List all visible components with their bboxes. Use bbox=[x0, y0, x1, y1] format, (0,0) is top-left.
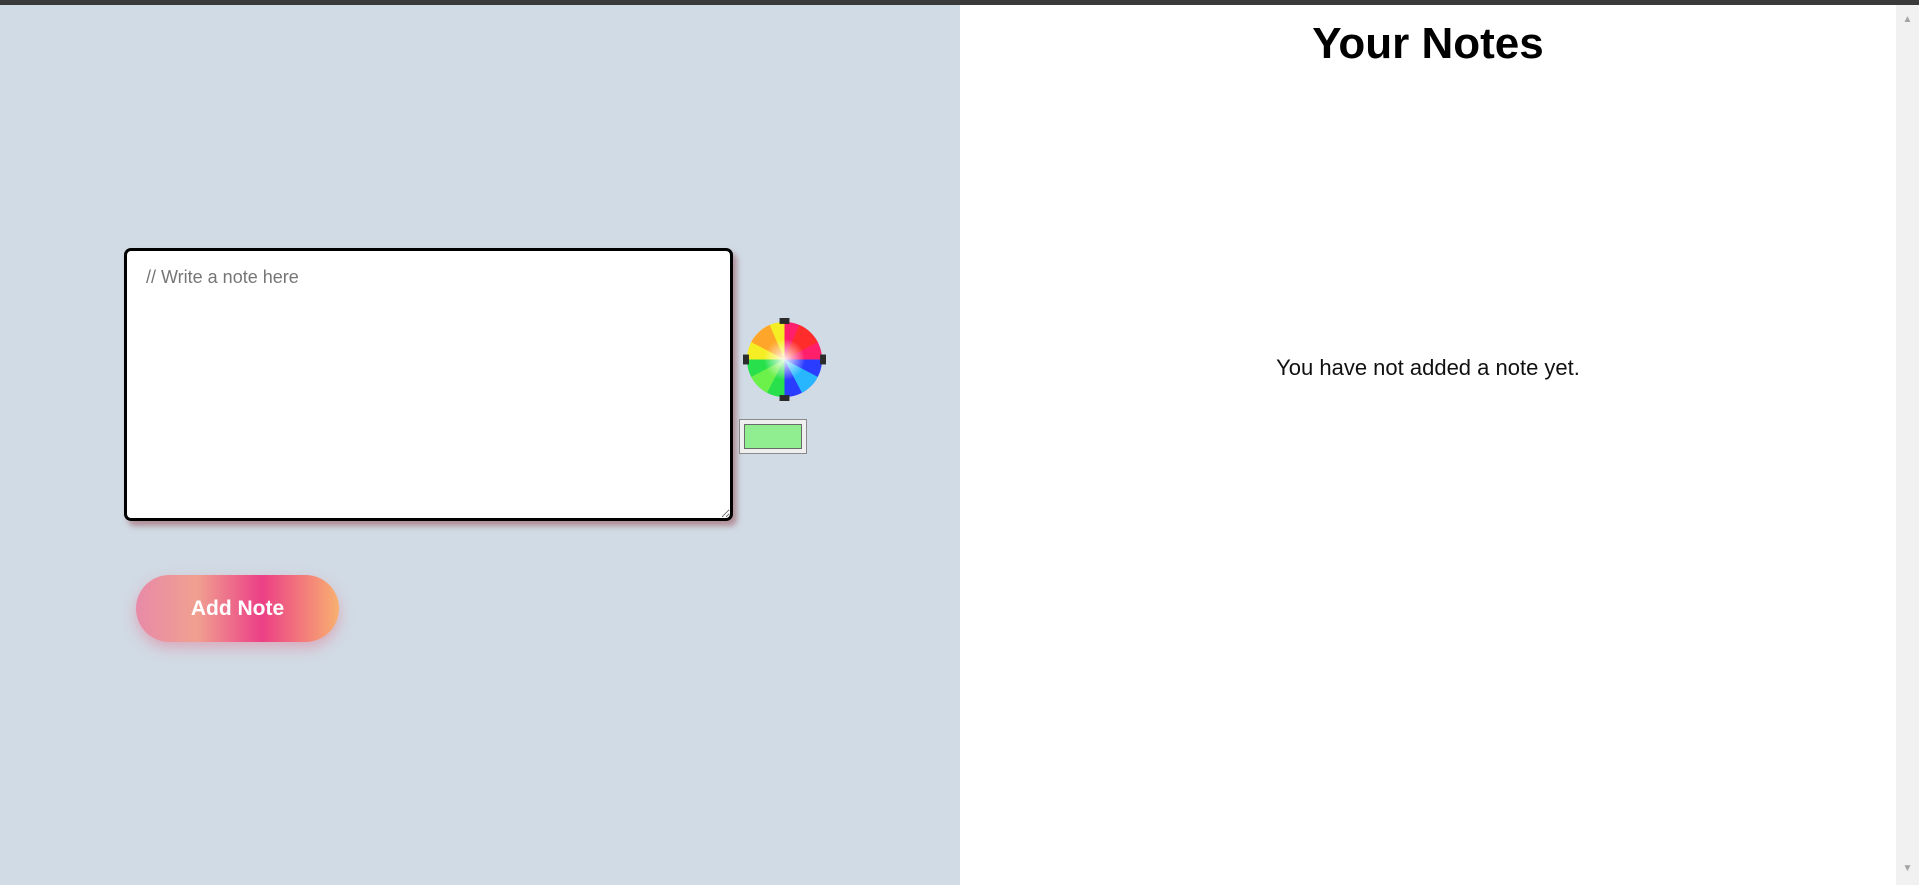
color-wheel-icon[interactable] bbox=[743, 318, 826, 401]
arrow-up-icon[interactable]: ▲ bbox=[1896, 11, 1919, 28]
notes-list-panel: Your Notes You have not added a note yet… bbox=[960, 5, 1896, 885]
arrow-down-icon[interactable]: ▼ bbox=[1896, 860, 1919, 877]
selected-color-swatch bbox=[744, 424, 802, 449]
note-input[interactable] bbox=[124, 248, 733, 521]
vertical-scrollbar[interactable]: ▲ ▼ bbox=[1896, 5, 1919, 885]
empty-notes-message: You have not added a note yet. bbox=[1276, 355, 1580, 380]
color-picker-input[interactable] bbox=[739, 419, 807, 454]
notes-title: Your Notes bbox=[1312, 19, 1544, 68]
add-note-button[interactable]: Add Note bbox=[136, 575, 339, 642]
